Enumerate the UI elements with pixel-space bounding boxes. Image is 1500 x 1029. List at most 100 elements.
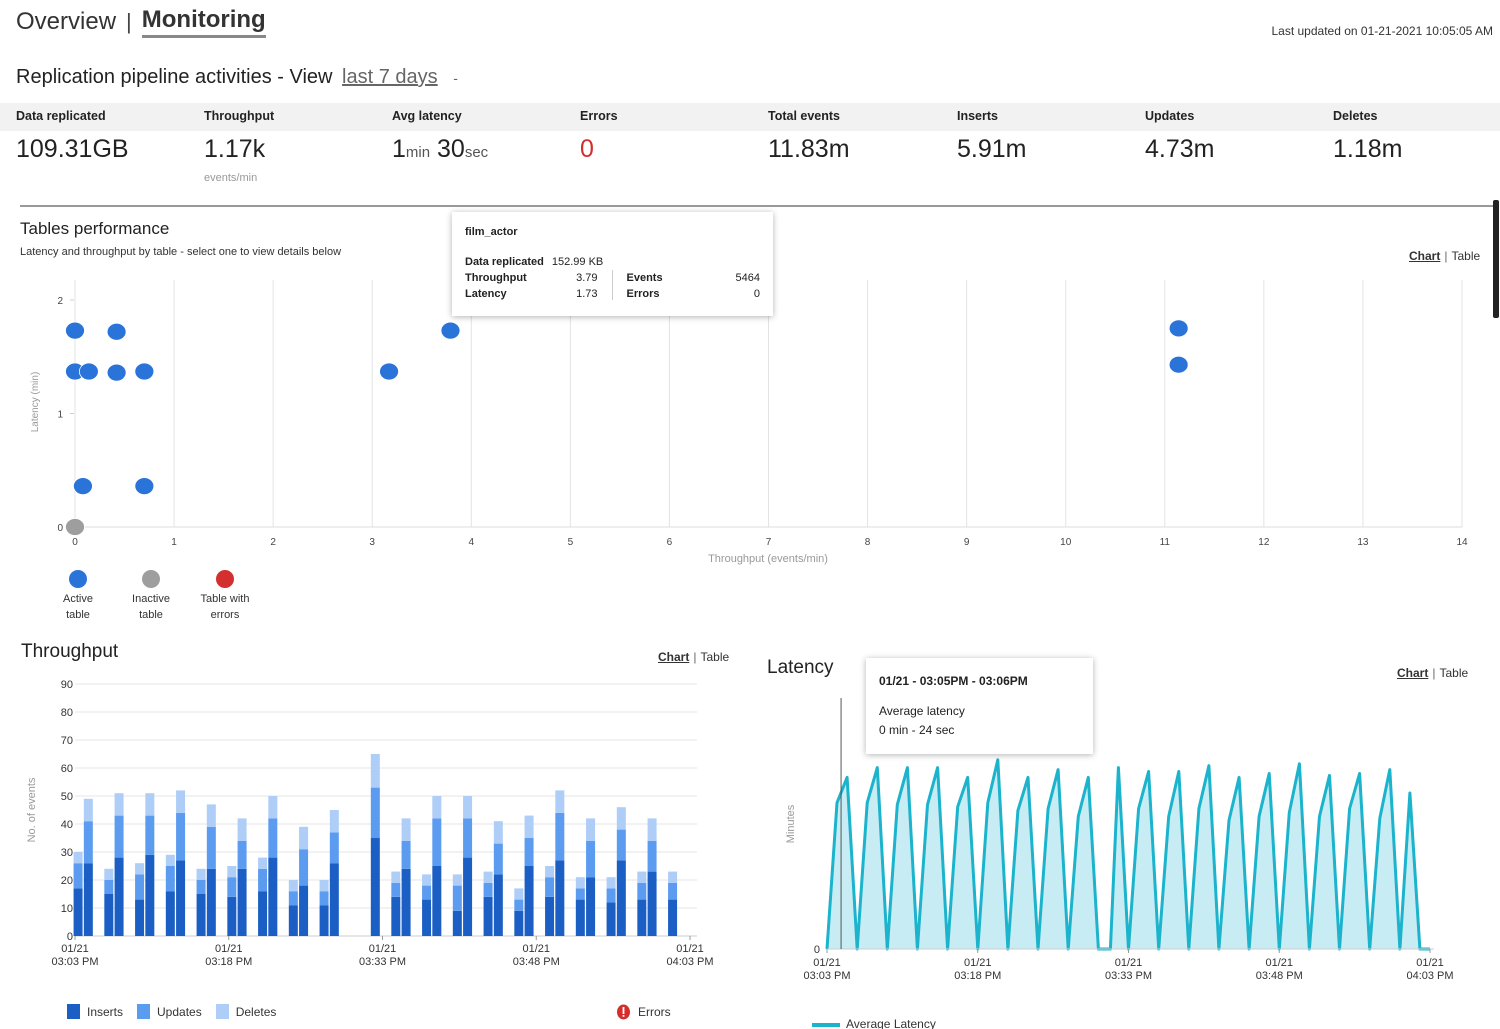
throughput-bar-ins xyxy=(575,899,585,936)
scatter-point xyxy=(379,362,399,381)
latency-line xyxy=(825,758,1430,951)
stat-label: Throughput xyxy=(204,109,275,123)
stat-label: Data replicated xyxy=(16,109,106,123)
throughput-x-tick-label: 01/21 xyxy=(369,943,397,955)
throughput-bar-del xyxy=(145,793,155,816)
stat-value: 11.83m xyxy=(768,135,850,163)
latency-y-axis-label: Minutes xyxy=(785,804,797,843)
error-alert-icon xyxy=(617,1004,630,1020)
throughput-x-tick-label: 01/21 xyxy=(61,943,89,955)
throughput-y-tick-label: 40 xyxy=(61,819,73,831)
throughput-x-tick-label: 03:18 PM xyxy=(205,956,252,968)
tables-performance-subtitle: Latency and throughput by table - select… xyxy=(20,246,342,258)
throughput-bar-upd xyxy=(73,863,83,889)
stat-deletes: Deletes 1.18m xyxy=(1333,103,1500,164)
legend-inactive-table[interactable]: Inactive table xyxy=(126,570,176,623)
throughput-x-tick-label: 03:48 PM xyxy=(513,956,560,968)
period-selector[interactable]: last 7 days xyxy=(342,66,438,88)
scatter-x-tick-label: 8 xyxy=(865,537,871,548)
active-table-dot-icon xyxy=(69,570,87,588)
errors-legend[interactable]: Errors xyxy=(616,1004,671,1020)
throughput-bar-del xyxy=(288,880,298,892)
legend-table-with-errors[interactable]: Table with errors xyxy=(193,570,257,623)
throughput-bar-upd xyxy=(237,840,247,869)
throughput-bar-del xyxy=(206,804,216,827)
scatter-point xyxy=(106,322,127,341)
throughput-bar-del xyxy=(616,807,626,830)
table-view-link[interactable]: Table xyxy=(1439,666,1468,680)
throughput-bar-ins xyxy=(288,905,298,936)
legend-deletes[interactable]: Deletes xyxy=(236,1005,277,1019)
chart-view-link[interactable]: Chart xyxy=(1397,666,1428,680)
latency-x-tick-label: 01/21 xyxy=(1265,957,1293,969)
throughput-y-tick-label: 10 xyxy=(61,903,73,915)
tooltip-value: 0 xyxy=(753,288,760,300)
stat-label: Inserts xyxy=(957,109,998,123)
legend-label: Inactive xyxy=(132,593,170,605)
throughput-bar-del xyxy=(668,871,678,883)
section-divider xyxy=(20,205,1496,207)
latency-sec: 30 xyxy=(437,135,465,163)
latency-area-fill xyxy=(827,759,1430,949)
throughput-bar-ins xyxy=(165,891,175,936)
throughput-x-tick-label: 03:33 PM xyxy=(359,956,406,968)
tooltip-value: 0 min - 24 sec xyxy=(879,723,955,737)
throughput-y-tick-label: 90 xyxy=(61,679,73,691)
throughput-bar-del xyxy=(83,798,93,822)
tab-overview[interactable]: Overview xyxy=(16,8,116,36)
throughput-view-toggle: Chart | Table xyxy=(658,650,729,664)
latency-x-tick-label: 03:33 PM xyxy=(1105,970,1152,982)
scatter-x-tick-label: 0 xyxy=(72,537,78,548)
latency-x-tick-label: 04:03 PM xyxy=(1406,970,1453,982)
tables-view-toggle: Chart | Table xyxy=(1409,249,1480,263)
scatter-x-tick-label: 12 xyxy=(1258,537,1270,548)
table-tooltip: film_actor Data replicated 152.99 KB Thr… xyxy=(452,212,773,316)
throughput-bar-ins xyxy=(370,838,380,936)
pipeline-heading: Replication pipeline activities - View l… xyxy=(16,66,458,89)
throughput-y-tick-label: 30 xyxy=(61,847,73,859)
throughput-bar-del xyxy=(176,790,186,813)
latency-x-tick-label: 03:18 PM xyxy=(954,970,1001,982)
scatter-point xyxy=(134,362,155,381)
tooltip-label: Average latency xyxy=(879,704,965,718)
latency-min: 1 xyxy=(392,135,406,163)
scatter-point xyxy=(65,321,85,340)
throughput-bar-del xyxy=(463,796,473,819)
nav-separator: | xyxy=(126,9,132,34)
throughput-bar-del xyxy=(524,815,534,838)
tab-monitoring[interactable]: Monitoring xyxy=(141,6,266,38)
tooltip-value: 152.99 KB xyxy=(551,256,604,268)
throughput-bar-upd xyxy=(258,868,268,892)
stat-value: 1.17k xyxy=(204,135,266,163)
average-latency-legend[interactable]: Average Latency xyxy=(846,1017,936,1029)
throughput-bar-ins xyxy=(196,894,206,936)
throughput-x-tick-label: 01/21 xyxy=(676,943,704,955)
stat-value: 5.91m xyxy=(957,135,1027,163)
throughput-x-tick-label: 03:03 PM xyxy=(51,956,98,968)
stat-errors: Errors 0 xyxy=(580,103,768,164)
table-view-link[interactable]: Table xyxy=(700,650,729,664)
chevron-down-icon[interactable]: - xyxy=(453,70,458,86)
table-view-link[interactable]: Table xyxy=(1451,249,1480,263)
throughput-bar-ins xyxy=(452,910,462,936)
stat-value: 1.18m xyxy=(1333,135,1403,163)
scatter-y-tick-label: 2 xyxy=(57,296,63,307)
scatter-x-tick-label: 7 xyxy=(766,537,772,548)
legend-updates[interactable]: Updates xyxy=(157,1005,202,1019)
legend-inserts[interactable]: Inserts xyxy=(87,1005,123,1019)
latency-sec-unit: sec xyxy=(464,144,489,161)
legend-active-table[interactable]: Active table xyxy=(57,570,99,623)
scatter-point xyxy=(1168,355,1189,374)
tooltip-value: 3.79 xyxy=(576,272,598,284)
throughput-bar-del xyxy=(606,877,616,889)
chart-view-link[interactable]: Chart xyxy=(1409,249,1440,263)
chart-view-link[interactable]: Chart xyxy=(658,650,689,664)
latency-view-toggle: Chart | Table xyxy=(1397,666,1468,680)
throughput-bar-ins xyxy=(668,899,678,936)
latency-min-unit: min xyxy=(405,144,431,161)
scatter-x-tick-label: 1 xyxy=(171,537,177,548)
throughput-bar-del xyxy=(258,857,268,869)
throughput-bar-upd xyxy=(299,849,309,886)
throughput-bar-upd xyxy=(391,882,401,897)
throughput-bar-ins xyxy=(545,896,555,936)
